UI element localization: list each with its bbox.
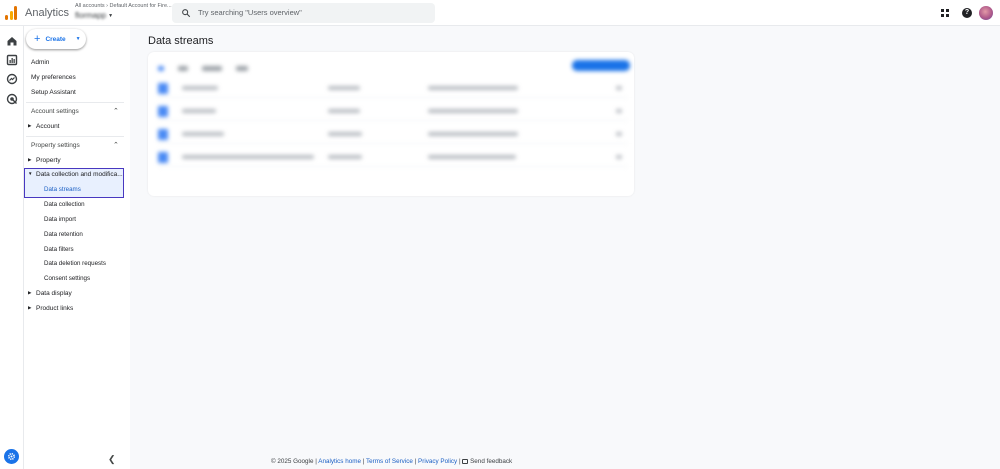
account-picker[interactable]: All accounts › Default Account for Fire.… [75,3,172,20]
send-feedback-link[interactable]: Send feedback [462,458,512,465]
top-bar: Analytics All accounts › Default Account… [0,0,1000,26]
dropdown-caret-icon: ▼ [75,36,81,42]
nav-admin[interactable]: Admin [31,59,49,66]
advertising-icon[interactable] [6,93,18,105]
help-icon[interactable]: ? [962,8,972,18]
nav-data-filters[interactable]: Data filters [44,246,74,253]
analytics-logo[interactable] [5,6,18,20]
left-rail [0,26,24,469]
section-account-settings[interactable]: Account settings ⌃ [31,108,119,115]
home-icon[interactable] [6,35,18,47]
collapse-arrow-icon: ▼ [28,171,33,176]
nav-data-display[interactable]: ▶ Data display [28,290,72,297]
expand-arrow-icon: ▶ [28,290,32,295]
search-icon [182,9,191,18]
admin-side-nav: + Create ▼ Admin My preferences Setup As… [24,26,130,469]
table-row[interactable] [158,78,628,98]
reports-icon[interactable] [6,54,18,66]
page-title: Data streams [148,35,214,47]
nav-consent-settings[interactable]: Consent settings [44,275,90,282]
data-streams-card [148,52,634,196]
apps-grid-icon[interactable] [941,9,949,17]
table-row[interactable] [158,147,628,167]
nav-data-collection[interactable]: Data collection [44,201,85,208]
nav-property[interactable]: ▶ Property [28,157,61,164]
table-row[interactable] [158,101,628,121]
account-breadcrumb: All accounts › Default Account for Fire.… [75,3,172,9]
divider [26,136,124,137]
avatar[interactable] [979,6,993,20]
section-property-settings[interactable]: Property settings ⌃ [31,142,119,149]
table-row[interactable] [158,124,628,144]
app-title: Analytics [25,7,70,19]
stream-filter-tabs[interactable] [158,62,248,74]
explore-icon[interactable] [6,73,18,85]
nav-product-links[interactable]: ▶ Product links [28,305,73,312]
nav-data-streams[interactable]: Data streams [44,186,81,193]
divider [26,102,124,103]
nav-account[interactable]: ▶ Account [28,123,60,130]
analytics-home-link[interactable]: Analytics home [318,458,361,465]
chevron-up-icon: ⌃ [113,142,119,149]
admin-gear-icon[interactable] [4,449,19,464]
nav-data-retention[interactable]: Data retention [44,231,83,238]
nav-setup-assistant[interactable]: Setup Assistant [31,89,76,96]
main-content: Data streams [130,26,1000,469]
chevron-up-icon: ⌃ [113,108,119,115]
nav-my-preferences[interactable]: My preferences [31,74,76,81]
expand-arrow-icon: ▶ [28,123,32,128]
nav-data-collection-and-modification[interactable]: ▼ Data collection and modifica... [28,171,123,178]
expand-arrow-icon: ▶ [28,305,32,310]
search-placeholder: Try searching "Users overview" [198,8,302,17]
privacy-link[interactable]: Privacy Policy [418,458,457,465]
feedback-icon [462,459,469,464]
dropdown-caret-icon: ▼ [108,12,114,19]
expand-arrow-icon: ▶ [28,157,32,162]
nav-data-import[interactable]: Data import [44,216,76,223]
add-stream-button[interactable] [572,60,630,71]
search-bar[interactable]: Try searching "Users overview" [172,3,435,23]
property-name[interactable]: flormapp ▼ [75,11,172,20]
create-button[interactable]: + Create ▼ [26,29,86,49]
collapse-chevron-icon[interactable]: ❮ [108,454,116,465]
plus-icon: + [34,32,41,45]
nav-data-deletion-requests[interactable]: Data deletion requests [44,260,106,267]
terms-link[interactable]: Terms of Service [366,458,413,465]
footer: © 2025 Google | Analytics home | Terms o… [271,458,513,465]
